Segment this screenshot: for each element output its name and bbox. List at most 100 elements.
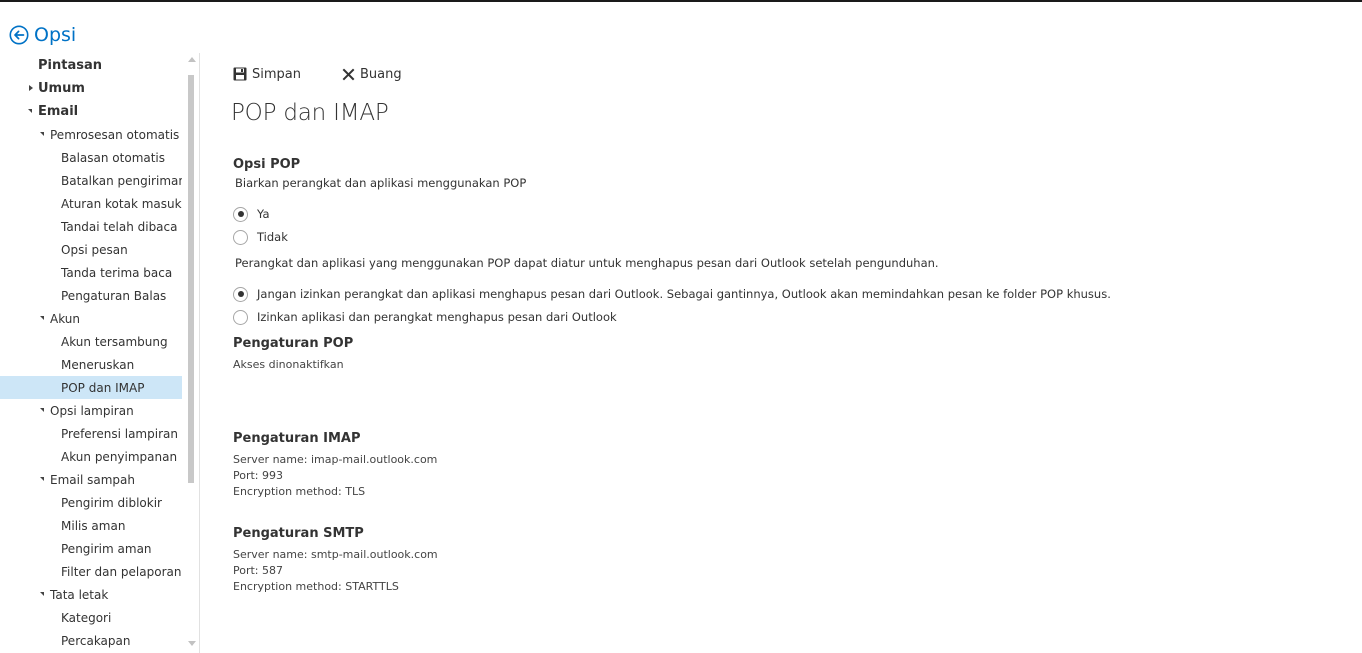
sidebar-item-tata-letak[interactable]: Tata letak [0,583,182,606]
pop-no-option[interactable]: Tidak [233,228,288,246]
discard-label: Buang [360,66,402,82]
sidebar-item-label: Opsi pesan [61,242,128,257]
sidebar-item-label: Opsi lampiran [50,403,134,418]
no-delete-radio[interactable] [233,286,248,302]
pop-question: Biarkan perangkat dan aplikasi menggunak… [235,176,527,190]
imap-settings-heading: Pengaturan IMAP [233,431,361,446]
sidebar-item-pengirim-diblokir[interactable]: Pengirim diblokir [0,491,182,514]
sidebar-item-label: Email sampah [50,472,135,487]
collapse-triangle-icon[interactable] [40,132,44,136]
pop-options-heading: Opsi POP [233,157,301,172]
sidebar-item-opsi-pesan[interactable]: Opsi pesan [0,238,182,261]
collapse-triangle-icon[interactable] [28,109,32,113]
sidebar-item-percakapan[interactable]: Percakapan [0,629,182,652]
sidebar-item-label: Pengirim aman [61,541,152,556]
pop-access-status: Akses dinonaktifkan [233,358,344,371]
pop-delete-description: Perangkat dan aplikasi yang menggunakan … [235,256,939,270]
discard-button[interactable]: Buang [342,64,402,84]
no-delete-label: Jangan izinkan perangkat dan aplikasi me… [257,287,1111,301]
sidebar-item-label: Tata letak [50,587,109,602]
sidebar-item-batalkan-pengiriman[interactable]: Batalkan pengiriman [0,169,182,192]
scroll-down-arrow-icon[interactable] [188,641,196,646]
sidebar-item-label: Balasan otomatis [61,150,166,165]
save-label: Simpan [252,66,301,82]
allow-delete-label: Izinkan aplikasi dan perangkat menghapus… [257,310,617,324]
sidebar-item-balasan-otomatis[interactable]: Balasan otomatis [0,146,182,169]
sidebar-item-label: Pemrosesan otomatis [50,127,180,142]
sidebar-item-label: Preferensi lampiran [61,426,178,441]
options-title: Opsi [34,24,77,46]
pop-yes-option[interactable]: Ya [233,205,270,223]
pop-yes-label: Ya [257,207,270,221]
sidebar-item-meneruskan[interactable]: Meneruskan [0,353,182,376]
collapse-triangle-icon[interactable] [40,592,44,596]
scroll-thumb[interactable] [188,75,194,483]
options-sidebar: Pintasan Umum Email Pemrosesan otomatis Bala… [0,53,200,653]
sidebar-item-tanda-terima-baca[interactable]: Tanda terima baca [0,261,182,284]
sidebar-item-pop-dan-imap[interactable]: POP dan IMAP [0,376,182,399]
sidebar-item-filter-dan-pelaporan[interactable]: Filter dan pelaporan [0,560,182,583]
no-delete-option[interactable]: Jangan izinkan perangkat dan aplikasi me… [233,285,1111,303]
pop-yes-radio[interactable] [233,206,248,222]
pop-settings-heading: Pengaturan POP [233,336,354,351]
scroll-up-arrow-icon[interactable] [188,57,196,62]
sidebar-item-pemrosesan-otomatis[interactable]: Pemrosesan otomatis [0,123,182,146]
collapse-triangle-icon[interactable] [40,316,44,320]
sidebar-item-email[interactable]: Email [0,100,182,123]
sidebar-scrollbar[interactable] [185,53,199,653]
sidebar-item-label: Batalkan pengiriman [61,173,182,188]
sidebar-item-aturan-kotak-masuk-da[interactable]: Aturan kotak masuk da [0,192,182,215]
sidebar-item-label: Percakapan [61,633,131,648]
imap-encryption: Encryption method: TLS [233,485,366,498]
sidebar-item-label: Akun [50,311,80,326]
sidebar-item-akun[interactable]: Akun [0,307,182,330]
top-border [0,0,1362,2]
sidebar-item-label: Pengaturan Balas [61,288,167,303]
sidebar-item-opsi-lampiran[interactable]: Opsi lampiran [0,399,182,422]
save-button[interactable]: Simpan [233,64,301,84]
pop-no-label: Tidak [257,230,288,244]
sidebar-item-label: Akun tersambung [61,334,168,349]
sidebar-item-label: Milis aman [61,518,126,533]
collapse-triangle-icon[interactable] [40,408,44,412]
allow-delete-option[interactable]: Izinkan aplikasi dan perangkat menghapus… [233,308,617,326]
sidebar-item-label: Aturan kotak masuk da [61,196,182,211]
sidebar-item-label: Tanda terima baca [61,265,173,280]
allow-delete-radio[interactable] [233,309,248,325]
smtp-settings-heading: Pengaturan SMTP [233,526,364,541]
sidebar-item-preferensi-lampiran[interactable]: Preferensi lampiran [0,422,182,445]
sidebar-item-pintasan[interactable]: Pintasan [0,54,182,77]
sidebar-item-email-sampah[interactable]: Email sampah [0,468,182,491]
imap-server-name: Server name: imap-mail.outlook.com [233,453,438,466]
sidebar-item-label: Akun penyimpanan [61,449,178,464]
sidebar-item-label: Pengirim diblokir [61,495,162,510]
pop-no-radio[interactable] [233,229,248,245]
sidebar-item-label: Email [38,104,79,119]
page-title: POP dan IMAP [231,100,389,126]
sidebar-item-milis-aman[interactable]: Milis aman [0,514,182,537]
expand-triangle-icon[interactable] [29,85,33,91]
sidebar-item-akun-tersambung[interactable]: Akun tersambung [0,330,182,353]
sidebar-item-umum[interactable]: Umum [0,77,182,100]
sidebar-item-label: POP dan IMAP [61,380,145,395]
sidebar-item-kategori[interactable]: Kategori [0,606,182,629]
sidebar-item-akun-penyimpanan[interactable]: Akun penyimpanan [0,445,182,468]
back-arrow-icon [9,25,29,45]
smtp-port: Port: 587 [233,564,284,577]
smtp-encryption: Encryption method: STARTTLS [233,580,399,593]
close-icon [342,68,355,80]
sidebar-item-label: Umum [38,81,85,96]
sidebar-item-label: Meneruskan [61,357,135,372]
collapse-triangle-icon[interactable] [40,477,44,481]
smtp-server-name: Server name: smtp-mail.outlook.com [233,548,438,561]
back-to-options[interactable]: Opsi [9,22,76,48]
sidebar-item-tandai-telah-dibaca[interactable]: Tandai telah dibaca [0,215,182,238]
floppy-disk-icon [233,67,247,81]
sidebar-item-label: Pintasan [38,58,102,73]
sidebar-item-label: Kategori [61,610,112,625]
sidebar-item-label: Tandai telah dibaca [61,219,178,234]
sidebar-item-label: Filter dan pelaporan [61,564,182,579]
sidebar-item-pengaturan-balas[interactable]: Pengaturan Balas [0,284,182,307]
imap-port: Port: 993 [233,469,284,482]
sidebar-item-pengirim-aman[interactable]: Pengirim aman [0,537,182,560]
